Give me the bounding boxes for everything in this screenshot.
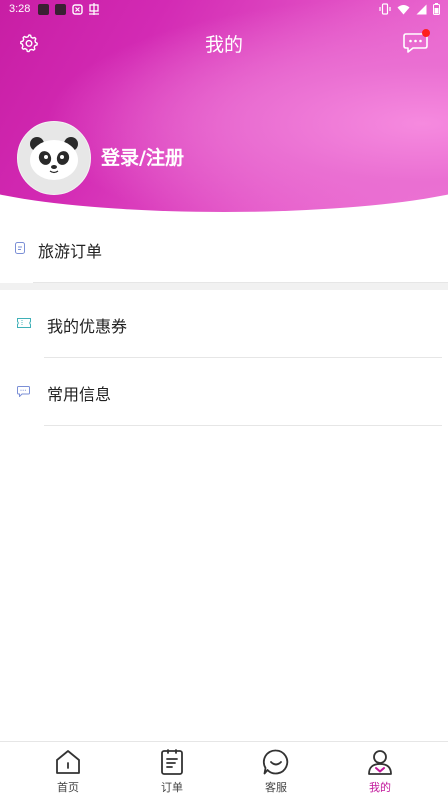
page-title: 我的 (204, 34, 243, 56)
wifi-icon (397, 4, 410, 14)
notification-icon (72, 4, 83, 15)
order-icon (161, 749, 183, 775)
unread-badge (422, 29, 430, 37)
order-list-icon (15, 242, 25, 254)
tab-profile[interactable]: 我的 (324, 742, 436, 799)
divider (44, 425, 442, 426)
menu-item-coupons[interactable]: 我的优惠券 (0, 290, 448, 357)
signal-icon (416, 4, 427, 14)
avatar[interactable] (17, 121, 91, 195)
bug-notification-icon (89, 3, 99, 15)
tab-label: 订单 (161, 781, 183, 794)
battery-icon (433, 3, 440, 15)
customer-service-icon (262, 749, 289, 775)
status-time: 3:28 (9, 3, 31, 15)
coupon-icon (17, 318, 31, 328)
home-icon (56, 750, 80, 774)
info-chat-icon (17, 386, 30, 397)
bottom-tab-bar: 首页 订单 客服 我的 (0, 741, 448, 799)
tab-label: 首页 (57, 781, 79, 794)
messages-button[interactable] (403, 29, 430, 55)
login-register-link[interactable]: 登录/注册 (101, 143, 184, 170)
tab-customer-service[interactable]: 客服 (220, 742, 332, 799)
vibrate-icon (379, 3, 391, 15)
menu-item-travel-orders[interactable]: 旅游订单 (0, 214, 448, 283)
profile-header: 3:28 我的 登录/注册 (0, 0, 448, 230)
status-bar: 3:28 (0, 0, 448, 20)
menu-item-label: 旅游订单 (38, 242, 103, 261)
tab-home[interactable]: 首页 (12, 742, 124, 799)
tab-label: 客服 (265, 781, 287, 794)
notification-app-icon (55, 4, 66, 15)
notification-app-icon (38, 4, 49, 15)
panda-avatar-icon (30, 137, 78, 180)
tab-label: 我的 (369, 781, 391, 794)
profile-icon (368, 750, 392, 775)
menu-item-label: 常用信息 (47, 385, 112, 404)
menu-item-label: 我的优惠券 (47, 317, 128, 336)
tab-orders[interactable]: 订单 (116, 742, 228, 799)
section-divider (0, 283, 448, 290)
menu-item-common-info[interactable]: 常用信息 (0, 358, 448, 426)
